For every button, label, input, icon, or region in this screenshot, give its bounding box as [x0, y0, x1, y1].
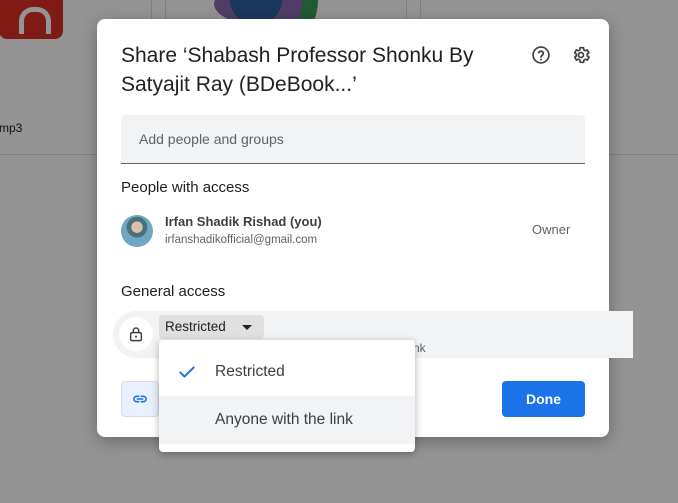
lock-icon-container	[119, 317, 153, 351]
access-level-menu: Restricted Anyone with the link	[159, 340, 415, 452]
check-icon	[179, 366, 195, 378]
menu-item-label: Anyone with the link	[215, 411, 353, 428]
person-role: Owner	[532, 222, 571, 237]
menu-item-anyone-with-link[interactable]: Anyone with the link	[159, 396, 415, 444]
lock-icon	[129, 327, 143, 342]
add-people-field[interactable]	[121, 115, 585, 164]
person-name: Irfan Shadik Rishad (you)	[165, 214, 322, 229]
general-access-heading: General access	[121, 283, 226, 300]
access-level-value: Restricted	[165, 319, 226, 334]
help-icon[interactable]	[531, 45, 551, 65]
caret-down-icon	[241, 325, 252, 330]
add-people-input[interactable]	[137, 115, 571, 163]
access-level-dropdown[interactable]: Restricted	[159, 315, 264, 339]
menu-item-label: Restricted	[215, 363, 285, 380]
menu-item-restricted[interactable]: Restricted	[159, 348, 415, 396]
person-email: irfanshadikofficial@gmail.com	[165, 234, 318, 246]
avatar	[121, 215, 153, 247]
copy-link-button[interactable]	[121, 381, 159, 417]
link-icon	[133, 395, 147, 403]
dialog-title: Share ‘Shabash Professor Shonku By Satya…	[121, 44, 474, 96]
people-with-access-heading: People with access	[121, 179, 250, 196]
gear-icon[interactable]	[571, 45, 591, 65]
done-button[interactable]: Done	[502, 381, 585, 417]
